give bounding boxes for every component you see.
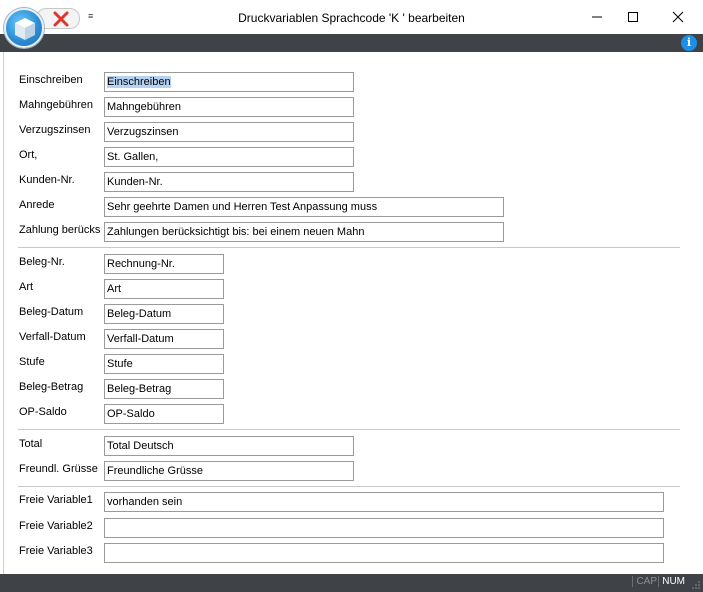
field-label: Freundl. Grüsse — [19, 463, 98, 475]
field-label: Freie Variable3 — [19, 545, 93, 557]
field-label: Anrede — [19, 199, 55, 211]
text-field[interactable]: Sehr geehrte Damen und Herren Test Anpas… — [104, 197, 504, 217]
field-value: St. Gallen, — [107, 151, 159, 163]
text-field[interactable]: Total Deutsch — [104, 436, 354, 456]
field-value: OP-Saldo — [107, 408, 155, 420]
field-label: Freie Variable1 — [19, 494, 93, 506]
field-value: Beleg-Datum — [107, 308, 172, 320]
text-field[interactable]: OP-Saldo — [104, 404, 224, 424]
close-icon — [672, 11, 684, 23]
form-row: Verfall-Datum Verfall-Datum — [4, 329, 703, 351]
status-num: NUM — [658, 576, 685, 587]
field-value: Rechnung-Nr. — [107, 258, 175, 270]
form-row: OP-Saldo OP-Saldo — [4, 404, 703, 426]
field-label: Art — [19, 281, 34, 293]
maximize-button[interactable] — [615, 4, 651, 30]
form-row: Ort, St. Gallen, — [4, 147, 703, 169]
form-row: Verzugszinsen Verzugszinsen — [4, 122, 703, 144]
text-field[interactable]: Zahlungen berücksichtigt bis: bei einem … — [104, 222, 504, 242]
field-label: Verzugszinsen — [19, 124, 91, 136]
field-value: vorhanden sein — [107, 496, 183, 508]
form-row: Freie Variable1 vorhanden sein — [4, 492, 703, 514]
form-row: Beleg-Nr. Rechnung-Nr. — [4, 254, 703, 276]
text-field[interactable]: Einschreiben — [104, 72, 354, 92]
info-icon[interactable]: i — [681, 35, 697, 51]
field-label: Freie Variable2 — [19, 520, 93, 532]
field-label: OP-Saldo — [19, 406, 67, 418]
group-separator — [18, 486, 680, 487]
field-value: Sehr geehrte Damen und Herren Test Anpas… — [107, 201, 378, 213]
text-field[interactable]: Mahngebühren — [104, 97, 354, 117]
title-bar: ≡ Druckvariablen Sprachcode 'K ' bearbei… — [0, 0, 703, 34]
field-label: Beleg-Betrag — [19, 381, 84, 393]
form-row: Art Art — [4, 279, 703, 301]
text-field[interactable] — [104, 543, 664, 563]
toolbar-strip — [0, 34, 703, 52]
form-row: Freie Variable3 — [4, 543, 703, 565]
close-button[interactable] — [660, 4, 696, 30]
field-value: Total Deutsch — [107, 440, 174, 452]
field-value: Verfall-Datum — [107, 333, 174, 345]
form-row: Beleg-Datum Beleg-Datum — [4, 304, 703, 326]
field-label: Total — [19, 438, 43, 450]
field-value: Art — [107, 283, 122, 295]
form-row: Anrede Sehr geehrte Damen und Herren Test… — [4, 197, 703, 219]
minimize-button[interactable] — [579, 4, 615, 30]
text-field[interactable]: St. Gallen, — [104, 147, 354, 167]
field-value: Einschreiben — [107, 76, 171, 88]
text-field[interactable]: vorhanden sein — [104, 492, 664, 512]
resize-grip-icon[interactable] — [691, 580, 701, 590]
field-label: Einschreiben — [19, 74, 83, 86]
status-cap: CAP — [632, 576, 657, 587]
field-value: Beleg-Betrag — [107, 383, 172, 395]
text-field[interactable]: Kunden-Nr. — [104, 172, 354, 192]
form-panel: Einschreiben Einschreiben Mahngebühren Mahn… — [3, 52, 703, 574]
text-field[interactable]: Freundliche Grüsse — [104, 461, 354, 481]
field-label: Kunden-Nr. — [19, 174, 75, 186]
form-row: Stufe Stufe — [4, 354, 703, 376]
form-row: Total Total Deutsch — [4, 436, 703, 458]
text-field[interactable] — [104, 518, 664, 538]
text-field[interactable]: Rechnung-Nr. — [104, 254, 224, 274]
form-row: Mahngebühren Mahngebühren — [4, 97, 703, 119]
field-value: Kunden-Nr. — [107, 176, 163, 188]
field-value: Verzugszinsen — [107, 126, 179, 138]
form-row: Kunden-Nr. Kunden-Nr. — [4, 172, 703, 194]
field-label: Zahlung berücks — [19, 224, 101, 236]
field-label: Mahngebühren — [19, 99, 94, 111]
text-field[interactable]: Art — [104, 279, 224, 299]
cube-icon[interactable] — [4, 8, 44, 48]
field-label: Ort, — [19, 149, 38, 161]
status-bar: CAP NUM — [0, 574, 703, 592]
minimize-icon — [592, 16, 602, 18]
group-separator — [18, 247, 680, 248]
text-field[interactable]: Beleg-Datum — [104, 304, 224, 324]
field-label: Stufe — [19, 356, 45, 368]
field-label: Beleg-Nr. — [19, 256, 65, 268]
form-row: Beleg-Betrag Beleg-Betrag — [4, 379, 703, 401]
form-row: Freundl. Grüsse Freundliche Grüsse — [4, 461, 703, 483]
text-field[interactable]: Verfall-Datum — [104, 329, 224, 349]
text-field[interactable]: Beleg-Betrag — [104, 379, 224, 399]
field-value: Zahlungen berücksichtigt bis: bei einem … — [107, 226, 365, 238]
form-row: Zahlung berücks Zahlungen berücksichtigt … — [4, 222, 703, 244]
field-value: Stufe — [107, 358, 133, 370]
field-value: Freundliche Grüsse — [107, 465, 203, 477]
text-field[interactable]: Stufe — [104, 354, 224, 374]
field-value: Mahngebühren — [107, 101, 182, 113]
field-label: Verfall-Datum — [19, 331, 86, 343]
field-label: Beleg-Datum — [19, 306, 84, 318]
text-field[interactable]: Verzugszinsen — [104, 122, 354, 142]
maximize-icon — [628, 12, 638, 22]
form-row: Einschreiben Einschreiben — [4, 72, 703, 94]
form-row: Freie Variable2 — [4, 518, 703, 540]
group-separator — [18, 429, 680, 430]
